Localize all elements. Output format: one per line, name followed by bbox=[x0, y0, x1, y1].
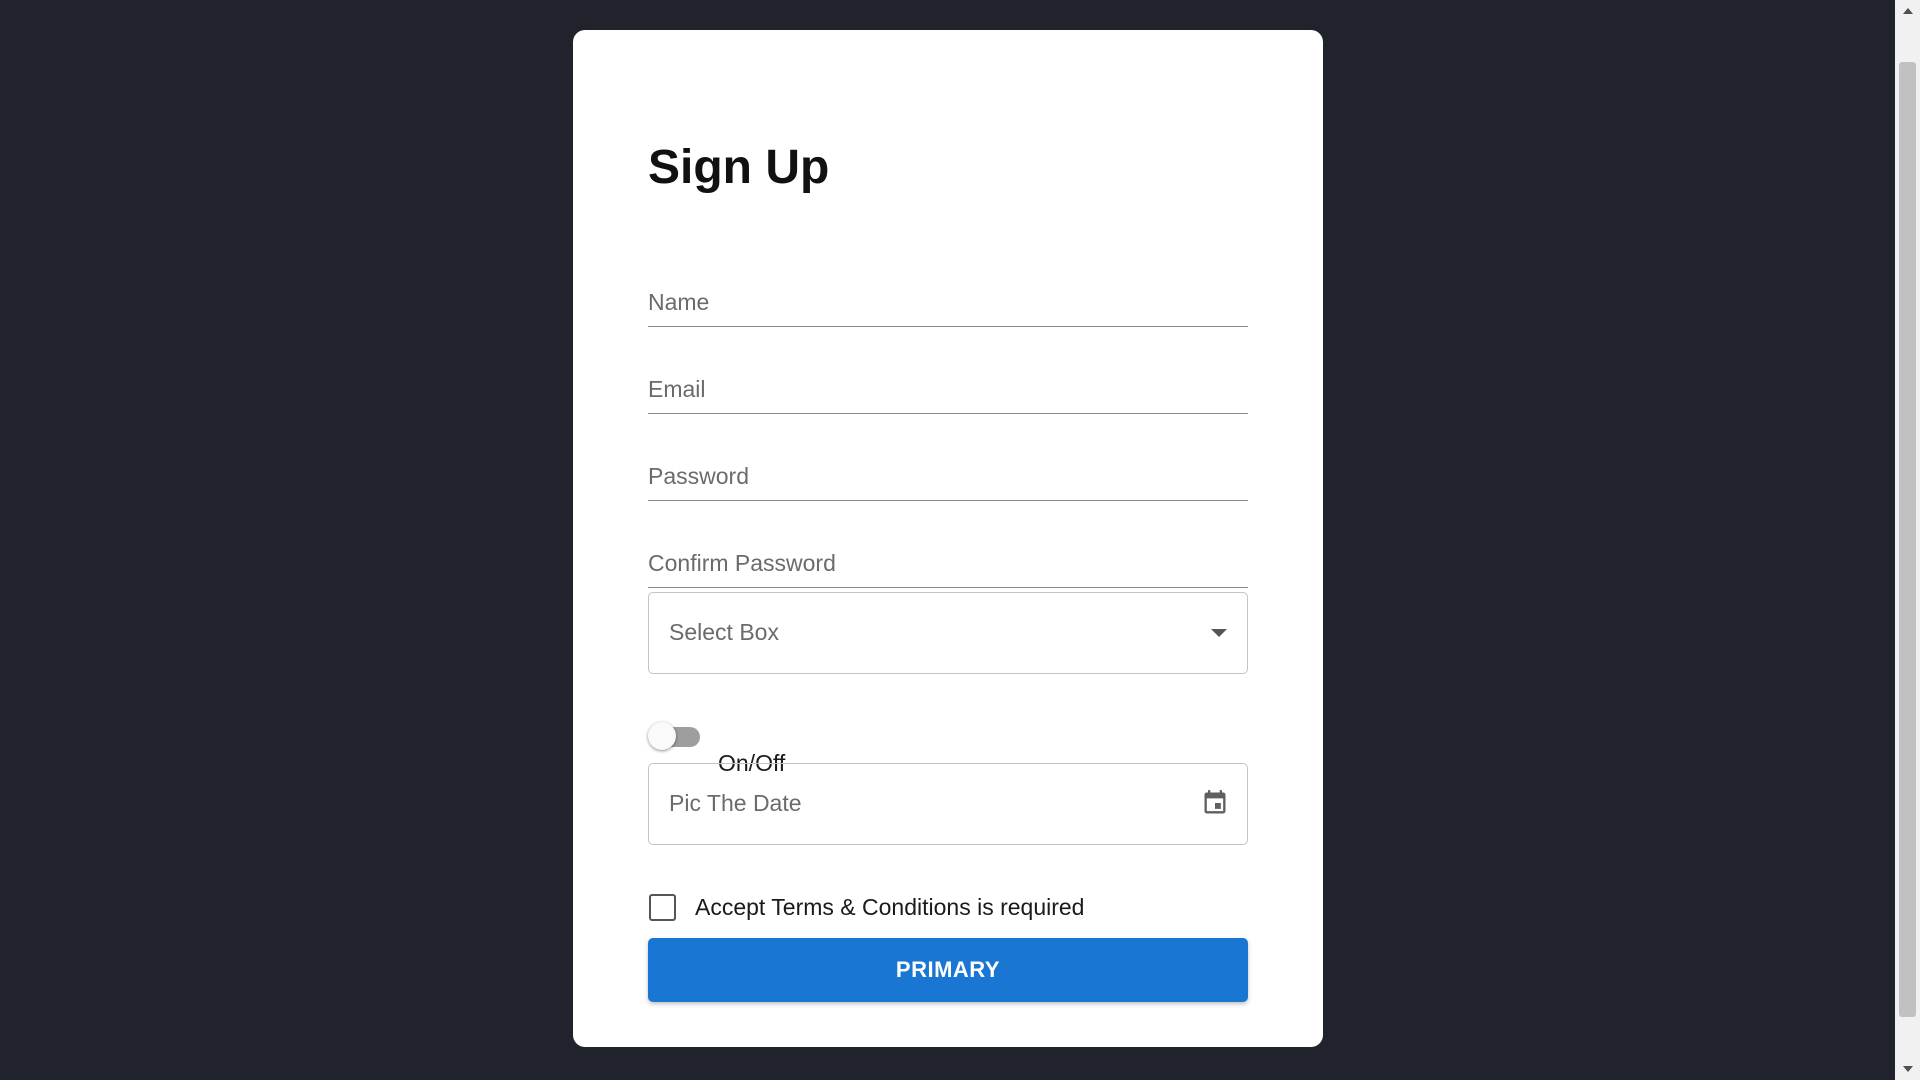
confirm-password-field[interactable]: Confirm Password bbox=[648, 528, 1248, 588]
chevron-down-icon[interactable] bbox=[1211, 629, 1227, 637]
vertical-scrollbar[interactable] bbox=[1895, 0, 1920, 1080]
date-picker-field[interactable]: Pic The Date bbox=[648, 763, 1248, 845]
name-field[interactable]: Name bbox=[648, 267, 1248, 327]
confirm-password-input[interactable] bbox=[648, 528, 1248, 587]
password-field[interactable]: Password bbox=[648, 441, 1248, 501]
page-title: Sign Up bbox=[648, 141, 830, 194]
scroll-down-arrow-icon[interactable] bbox=[1903, 1066, 1913, 1072]
email-field[interactable]: Email bbox=[648, 354, 1248, 414]
primary-button[interactable]: PRIMARY bbox=[648, 938, 1248, 1002]
scroll-up-arrow-icon[interactable] bbox=[1903, 8, 1913, 14]
on-off-toggle[interactable] bbox=[648, 721, 702, 751]
scrollbar-thumb[interactable] bbox=[1899, 62, 1916, 1017]
terms-checkbox[interactable] bbox=[649, 894, 676, 921]
name-input[interactable] bbox=[648, 267, 1248, 326]
calendar-icon[interactable] bbox=[1201, 788, 1229, 818]
select-box-label: Select Box bbox=[669, 619, 779, 645]
signup-card: Sign Up Name Email Password Confirm Pass… bbox=[573, 30, 1323, 1047]
terms-label: Accept Terms & Conditions is required bbox=[695, 894, 1085, 920]
date-picker-label: Pic The Date bbox=[669, 790, 802, 816]
select-box[interactable]: Select Box bbox=[648, 592, 1248, 674]
password-input[interactable] bbox=[648, 441, 1248, 500]
toggle-thumb[interactable] bbox=[648, 722, 676, 750]
email-input[interactable] bbox=[648, 354, 1248, 413]
